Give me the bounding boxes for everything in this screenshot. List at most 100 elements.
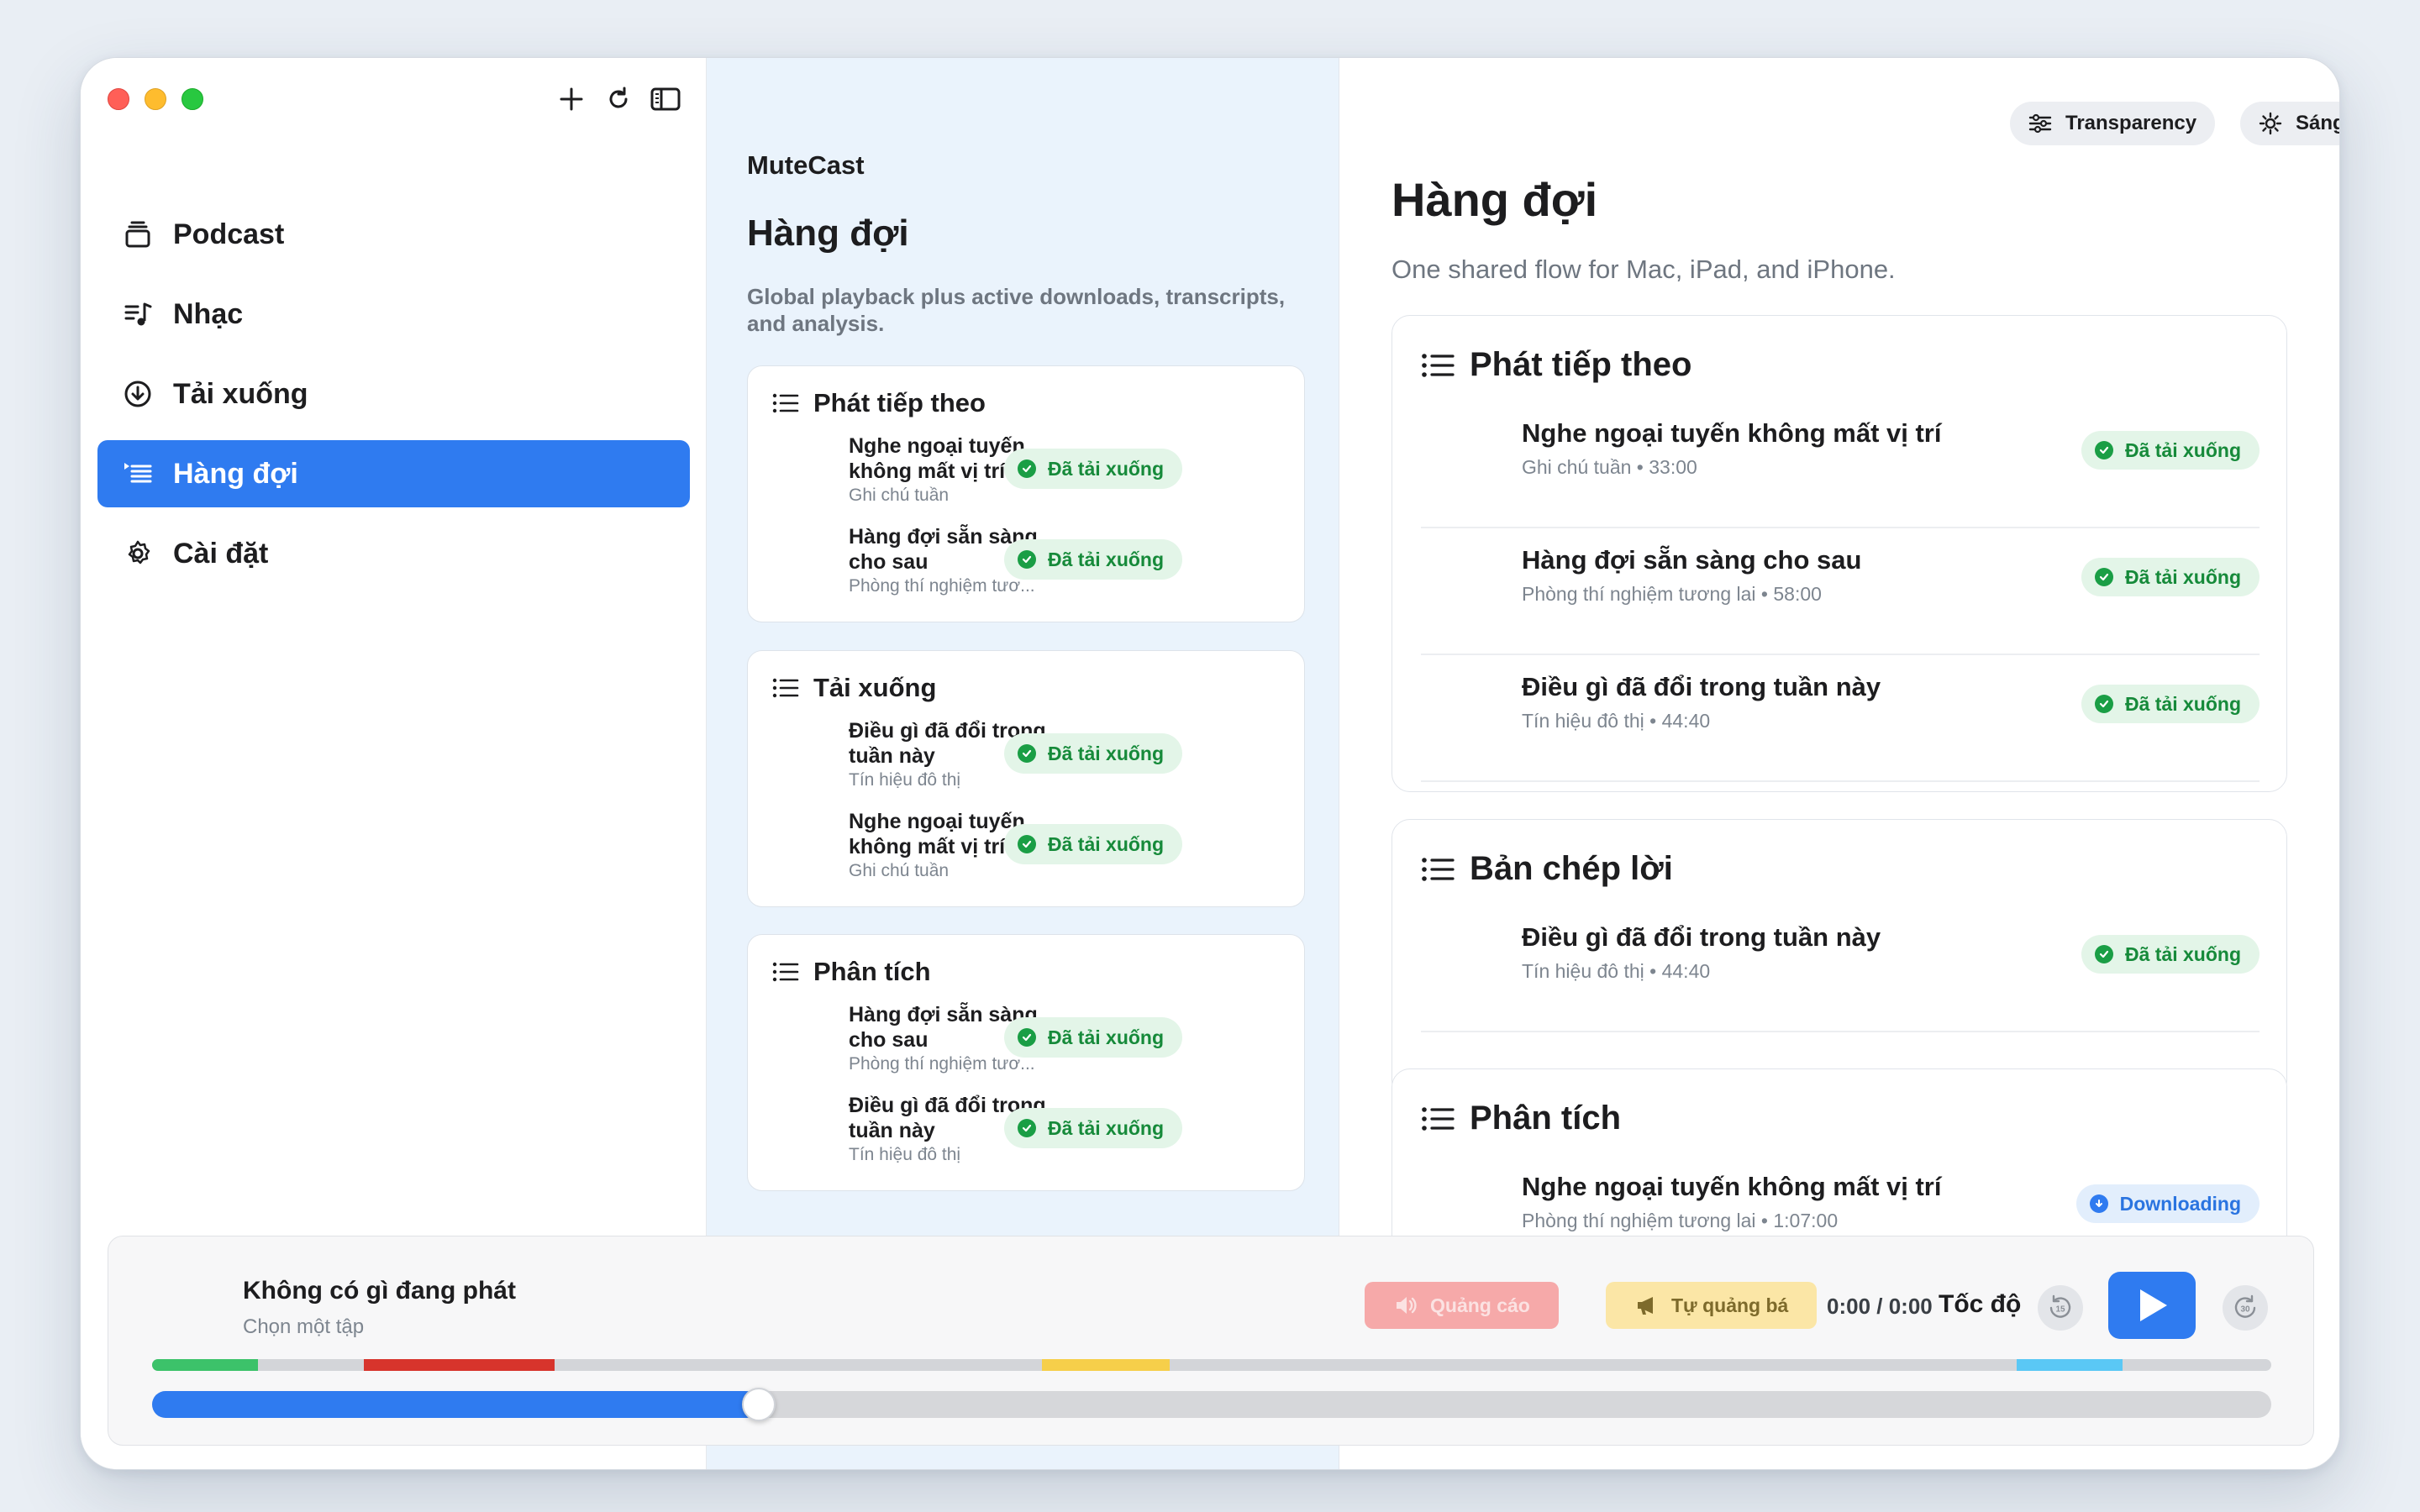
status-badge: Đã tải xuống [1004, 1017, 1183, 1058]
speed-button[interactable]: Tốc độ [1939, 1290, 2021, 1319]
card-title: Bản chép lời [1470, 850, 1673, 887]
sidebar-item-label: Tải xuống [173, 377, 308, 410]
list-item[interactable]: Nghe ngoại tuyến không mất vị trí Ghi ch… [1421, 402, 2260, 528]
podcast-icon [121, 218, 155, 251]
zoom-window-button[interactable] [182, 88, 203, 110]
list-item[interactable]: Hàng đợi sẵn sàng cho sau Phòng thí nghi… [849, 1002, 1286, 1074]
checkmark-icon [2094, 441, 2113, 459]
checkmark-icon [2094, 695, 2113, 713]
add-icon[interactable] [555, 83, 587, 115]
list-icon [771, 958, 800, 986]
checkmark-icon [1018, 835, 1036, 853]
status-badge: Đã tải xuống [2081, 558, 2260, 596]
download-icon [121, 377, 155, 411]
card-title: Phân tích [1470, 1100, 1622, 1137]
sidebar-item-label: Nhạc [173, 297, 244, 330]
checkmark-icon [1018, 550, 1036, 569]
list-item[interactable]: Hàng đợi sẵn sàng cho sau Phòng thí nghi… [1421, 528, 2260, 655]
checkmark-icon [1018, 1028, 1036, 1047]
player-bar: Không có gì đang phát Chọn một tập Quảng… [108, 1236, 2314, 1446]
episode-title: Điều gì đã đổi trong tuần này [1522, 922, 1881, 952]
now-playing-title: Không có gì đang phát [243, 1277, 516, 1305]
checkmark-icon [1018, 744, 1036, 763]
seek-slider[interactable] [152, 1388, 2271, 1421]
gear-icon [121, 537, 155, 570]
close-window-button[interactable] [108, 88, 129, 110]
card-title: Tải xuống [813, 673, 937, 702]
card-header: Tải xuống [771, 673, 936, 703]
seek-handle[interactable] [742, 1388, 776, 1421]
list-icon [1421, 349, 1455, 382]
queue-card-up-next[interactable]: Phát tiếp theo Nghe ngoại tuyến không mấ… [747, 365, 1305, 622]
list-item[interactable]: Hàng đợi sẵn sàng cho sau Phòng thí nghi… [849, 524, 1286, 596]
theme-button[interactable]: Sáng [2240, 102, 2340, 145]
status-badge: Đã tải xuống [1004, 824, 1183, 864]
sidebar-item-settings[interactable]: Cài đặt [97, 520, 690, 587]
sliders-icon [2028, 112, 2052, 135]
sun-icon [2259, 112, 2282, 135]
list-item[interactable]: Điều gì đã đổi trong tuần này Tín hiệu đ… [849, 718, 1286, 790]
status-badge: Downloading [2075, 1184, 2260, 1223]
chapter-segment [1042, 1359, 1170, 1371]
sidebar-item-label: Podcast [173, 218, 285, 250]
minimize-window-button[interactable] [145, 88, 166, 110]
skip-ad-button[interactable]: Quảng cáo [1365, 1282, 1559, 1329]
list-icon [1421, 1102, 1455, 1136]
episode-title: Điều gì đã đổi trong tuần này [1522, 672, 1881, 701]
checkmark-icon [1018, 459, 1036, 478]
card-header: Phát tiếp theo [771, 388, 986, 418]
skip-back-icon: 15 [2049, 1294, 2071, 1318]
episode-subtitle: Tín hiệu đô thị • 44:40 [1522, 960, 1711, 982]
detail-card-up-next: Phát tiếp theo Nghe ngoại tuyến không mấ… [1392, 315, 2287, 792]
sidebar-item-label: Hàng đợi [173, 457, 298, 490]
checkmark-icon [2094, 568, 2113, 586]
skip-promo-button[interactable]: Tự quảng bá [1606, 1282, 1818, 1329]
card-header: Phân tích [1421, 1100, 1621, 1137]
list-item[interactable]: Điều gì đã đổi trong tuần này Tín hiệu đ… [1421, 906, 2260, 1032]
skip-back-15-button[interactable]: 15 [2038, 1285, 2083, 1331]
play-button[interactable] [2108, 1272, 2196, 1339]
sidebar-item-queue[interactable]: Hàng đợi [97, 440, 690, 507]
megaphone-icon [1634, 1293, 1660, 1318]
list-icon [1421, 853, 1455, 886]
list-item[interactable]: Nghe ngoại tuyến không mất vị trí Ghi ch… [849, 809, 1286, 881]
card-header: Phân tích [771, 957, 931, 987]
episode-subtitle: Phòng thí nghiệm tương lai • 1:07:00 [1522, 1210, 1839, 1231]
refresh-icon[interactable] [602, 83, 634, 115]
playback-time: 0:00 / 0:00 [1827, 1294, 1933, 1319]
status-badge: Đã tải xuống [1004, 733, 1183, 774]
chapter-segment [2017, 1359, 2123, 1371]
checkmark-icon [1018, 1119, 1036, 1137]
skip-forward-30-button[interactable]: 30 [2223, 1285, 2268, 1331]
status-badge: Đã tải xuống [1004, 539, 1183, 580]
episode-subtitle: Tín hiệu đô thị • 44:40 [1522, 710, 1711, 732]
status-badge: Đã tải xuống [2081, 685, 2260, 723]
episode-subtitle: Ghi chú tuần • 33:00 [1522, 456, 1697, 478]
queue-card-downloads[interactable]: Tải xuống Điều gì đã đổi trong tuần này … [747, 650, 1305, 907]
theme-label: Sáng [2296, 112, 2340, 134]
status-badge: Đã tải xuống [2081, 431, 2260, 470]
transparency-button[interactable]: Transparency [2010, 102, 2216, 145]
sidebar-item-label: Cài đặt [173, 537, 269, 570]
sidebar-nav: Podcast Nhạc Tải xuống Hàng đợi Cài đặt [97, 201, 690, 600]
queue-card-analysis[interactable]: Phân tích Hàng đợi sẵn sàng cho sau Phòn… [747, 934, 1305, 1191]
sidebar-toolbar [555, 83, 681, 115]
status-badge: Đã tải xuống [1004, 1108, 1183, 1148]
list-icon [771, 674, 800, 702]
list-item[interactable]: Nghe ngoại tuyến không mất vị trí Ghi ch… [849, 433, 1286, 506]
card-title: Phân tích [813, 957, 931, 986]
page-title: Hàng đợi [1392, 173, 1598, 226]
episode-title: Nghe ngoại tuyến không mất vị trí [1522, 1172, 1942, 1201]
list-item[interactable]: Điều gì đã đổi trong tuần này Tín hiệu đ… [1421, 655, 2260, 782]
sidebar-item-downloads[interactable]: Tải xuống [97, 360, 690, 428]
episode-title: Nghe ngoại tuyến không mất vị trí [1522, 418, 1942, 448]
card-title: Phát tiếp theo [813, 388, 986, 417]
toggle-sidebar-icon[interactable] [650, 83, 681, 115]
sidebar-item-music[interactable]: Nhạc [97, 281, 690, 348]
list-item[interactable]: Điều gì đã đổi trong tuần này Tín hiệu đ… [849, 1093, 1286, 1165]
list-icon [771, 389, 800, 417]
card-title: Phát tiếp theo [1470, 346, 1692, 383]
play-icon [2140, 1289, 2167, 1321]
chapter-segment [364, 1359, 555, 1371]
sidebar-item-podcast[interactable]: Podcast [97, 201, 690, 268]
